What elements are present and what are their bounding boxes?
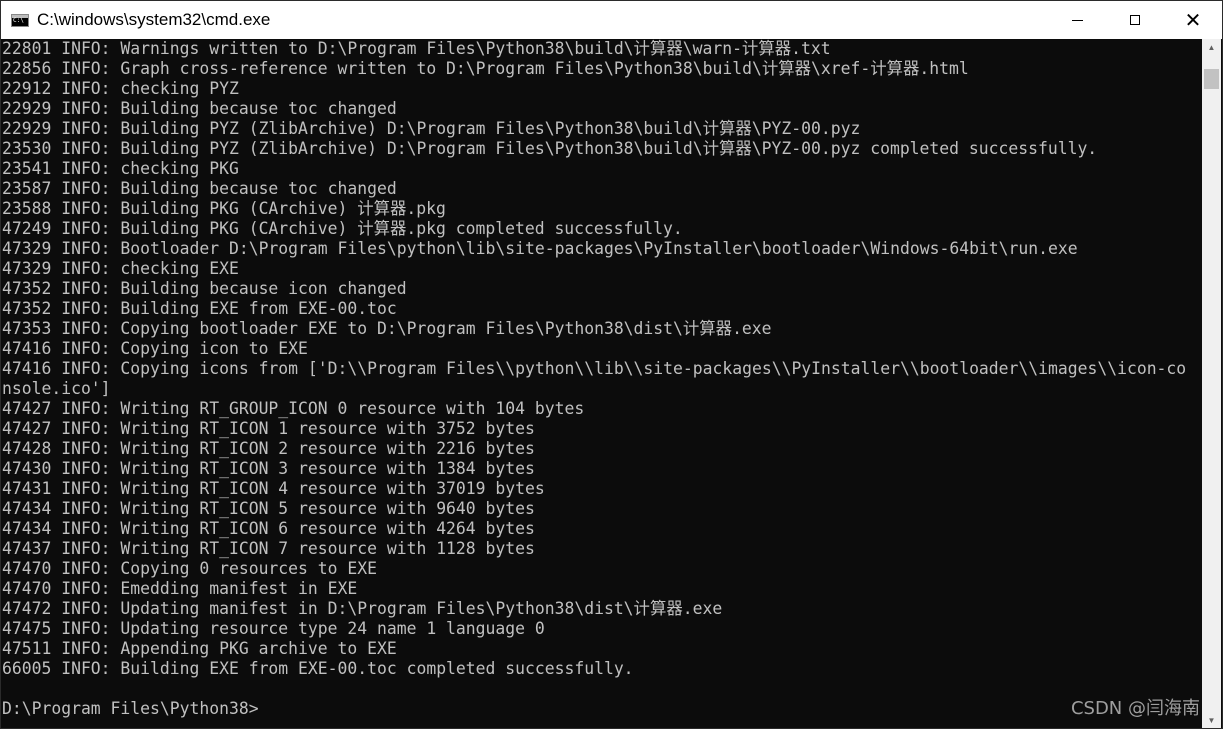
scroll-up-arrow-icon[interactable]: ▲ [1202,39,1221,56]
console-lines: 22801 INFO: Warnings written to D:\Progr… [1,39,1203,719]
console-line: 47475 INFO: Updating resource type 24 na… [2,619,545,638]
console-line: D:\Program Files\Python38> [2,699,259,718]
close-icon: ✕ [1184,8,1202,32]
console-line: 22929 INFO: Building PYZ (ZlibArchive) D… [2,119,861,138]
console-line: 47434 INFO: Writing RT_ICON 5 resource w… [2,499,535,518]
console-line: 23587 INFO: Building because toc changed [2,179,397,198]
scroll-thumb[interactable] [1204,69,1219,89]
title-bar[interactable]: C:\windows\system32\cmd.exe ✕ [1,1,1222,39]
minimize-icon [1071,19,1083,21]
console-line: 47427 INFO: Writing RT_ICON 1 resource w… [2,419,535,438]
console-line: 47437 INFO: Writing RT_ICON 7 resource w… [2,539,535,558]
console-output[interactable]: 22801 INFO: Warnings written to D:\Progr… [1,39,1203,728]
console-line: 47352 INFO: Building because icon change… [2,279,407,298]
console-line: 23541 INFO: checking PKG [2,159,239,178]
window-title: C:\windows\system32\cmd.exe [37,10,271,29]
console-line: 47472 INFO: Updating manifest in D:\Prog… [2,599,723,618]
vertical-scrollbar[interactable]: ▲ ▼ [1202,39,1221,728]
maximize-icon [1130,15,1140,25]
console-line: 23588 INFO: Building PKG (CArchive) 计算器.… [2,199,446,218]
console-line: 47352 INFO: Building EXE from EXE-00.toc [2,299,397,318]
console-line: 22856 INFO: Graph cross-reference writte… [2,59,969,78]
console-line: 47511 INFO: Appending PKG archive to EXE [2,639,397,658]
cmd-app-icon[interactable] [11,13,29,27]
console-line: 47416 INFO: Copying icons from ['D:\\Pro… [2,359,1187,378]
console-line: 22912 INFO: checking PYZ [2,79,239,98]
cmd-window: C:\windows\system32\cmd.exe ✕ 22801 INFO… [0,0,1223,729]
console-line: 47428 INFO: Writing RT_ICON 2 resource w… [2,439,535,458]
console-line: 22801 INFO: Warnings written to D:\Progr… [2,39,831,58]
console-line: 22929 INFO: Building because toc changed [2,99,397,118]
scroll-down-arrow-icon[interactable]: ▼ [1202,712,1221,728]
maximize-button[interactable] [1106,1,1164,39]
close-button[interactable]: ✕ [1164,1,1222,39]
console-line: 47329 INFO: checking EXE [2,259,239,278]
console-line: 47416 INFO: Copying icon to EXE [2,339,308,358]
minimize-button[interactable] [1048,1,1106,39]
console-line: 47249 INFO: Building PKG (CArchive) 计算器.… [2,219,683,238]
console-line: 47434 INFO: Writing RT_ICON 6 resource w… [2,519,535,538]
console-line: 47427 INFO: Writing RT_GROUP_ICON 0 reso… [2,399,585,418]
console-line: 47431 INFO: Writing RT_ICON 4 resource w… [2,479,545,498]
console-line: 47470 INFO: Emedding manifest in EXE [2,579,358,598]
console-line: 66005 INFO: Building EXE from EXE-00.toc… [2,659,634,678]
console-line: 47430 INFO: Writing RT_ICON 3 resource w… [2,459,535,478]
watermark-text: CSDN @闫海南 [1070,698,1200,719]
console-line: 23530 INFO: Building PYZ (ZlibArchive) D… [2,139,1098,158]
console-line: 47353 INFO: Copying bootloader EXE to D:… [2,319,772,338]
console-line: 47329 INFO: Bootloader D:\Program Files\… [2,239,1078,258]
console-line: 47470 INFO: Copying 0 resources to EXE [2,559,377,578]
console-line: nsole.ico'] [2,379,111,398]
window-controls: ✕ [1048,1,1222,39]
